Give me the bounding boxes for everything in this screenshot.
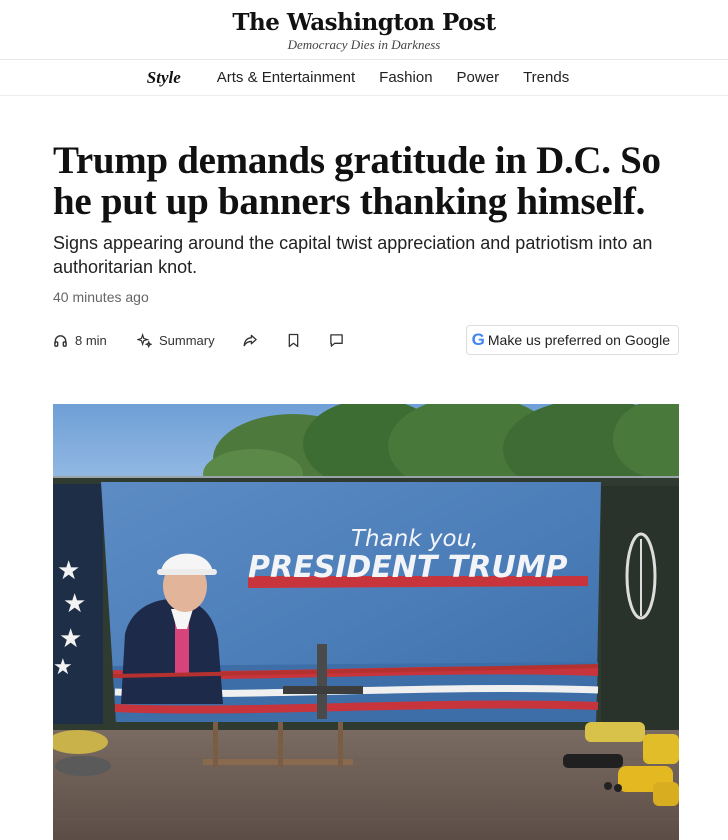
share-button[interactable] xyxy=(242,326,258,354)
headline-line-2: he put up banners thanking himself. xyxy=(53,180,646,223)
sidewalk xyxy=(53,730,679,840)
listen-button[interactable]: 8 min xyxy=(53,326,107,354)
banner-text-line-2: PRESIDENT TRUMP xyxy=(248,550,568,585)
lead-photo-image: ★ ★ ★ ★ Thank you, PRESIDENT TRUMP xyxy=(53,404,679,840)
flag-stars: ★ ★ ★ ★ xyxy=(53,484,103,724)
nav-item-fashion[interactable]: Fashion xyxy=(379,69,432,86)
article-dek: Signs appearing around the capital twist… xyxy=(53,233,653,277)
masthead: The Washington Post Democracy Dies in Da… xyxy=(0,0,728,60)
bookmark-icon xyxy=(287,333,300,348)
site-tagline: Democracy Dies in Darkness xyxy=(287,37,441,52)
lead-photo: ★ ★ ★ ★ Thank you, PRESIDENT TRUMP xyxy=(53,404,679,840)
headline-line-1: Trump demands gratitude in D.C. So xyxy=(53,139,661,182)
summary-button[interactable]: Summary xyxy=(137,326,215,354)
svg-text:★: ★ xyxy=(53,655,73,680)
share-icon xyxy=(242,333,258,348)
nav-item-trends[interactable]: Trends xyxy=(523,69,569,86)
svg-text:★: ★ xyxy=(59,624,82,654)
nav-section-style[interactable]: Style xyxy=(147,68,181,88)
comment-icon xyxy=(329,333,344,348)
article-headline: Trump demands gratitude in D.C. So he pu… xyxy=(53,140,693,222)
svg-text:★: ★ xyxy=(57,556,80,586)
section-nav: Style Arts & Entertainment Fashion Power… xyxy=(0,60,728,96)
summary-label: Summary xyxy=(159,332,215,348)
svg-text:★: ★ xyxy=(63,589,86,619)
bookmark-button[interactable] xyxy=(287,326,300,354)
nav-item-power[interactable]: Power xyxy=(457,69,500,86)
site-logo[interactable]: The Washington Post xyxy=(0,9,728,36)
headphones-icon xyxy=(53,333,68,348)
article-toolbar: 8 min Summary G Make us preferred on Goo… xyxy=(53,325,679,355)
sparkle-icon xyxy=(137,332,152,348)
google-logo: G xyxy=(471,330,485,349)
nav-item-arts-entertainment[interactable]: Arts & Entertainment xyxy=(217,69,355,86)
banner-text-line-1: Thank you, xyxy=(351,526,479,552)
listen-duration: 8 min xyxy=(75,332,107,348)
article-timestamp: 40 minutes ago xyxy=(53,289,149,305)
comments-button[interactable] xyxy=(329,326,344,354)
google-preferred-button[interactable]: G Make us preferred on Google xyxy=(465,325,679,355)
google-preferred-label: Make us preferred on Google xyxy=(487,332,670,348)
